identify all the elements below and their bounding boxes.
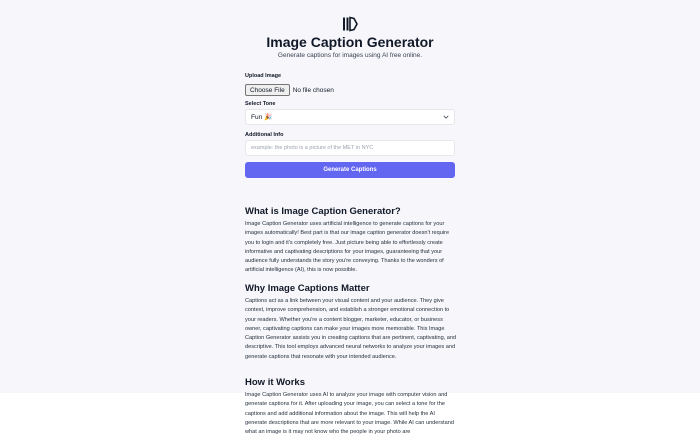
- tone-select-value: Fun 🎉: [251, 114, 273, 121]
- section-body: Image Caption Generator uses AI to analy…: [245, 392, 454, 436]
- tone-select[interactable]: Fun 🎉: [245, 109, 455, 125]
- page-title: Image Caption Generator: [266, 34, 434, 50]
- page: Image Caption Generator Generate caption…: [0, 0, 700, 438]
- article-section-why-captions: Why Image Captions Matter Captions act a…: [245, 283, 457, 362]
- generate-captions-button[interactable]: Generate Captions: [245, 162, 455, 178]
- chevron-down-icon: [443, 115, 449, 119]
- upload-image-label: Upload Image: [245, 73, 282, 79]
- additional-info-label: Additional Info: [245, 132, 284, 138]
- section-heading: What is Image Caption Generator?: [245, 206, 401, 217]
- book-columns-icon: [343, 16, 358, 32]
- article-section-what-is: What is Image Caption Generator? Image C…: [245, 206, 457, 276]
- file-status-text: No file chosen: [292, 86, 334, 94]
- section-body: Image Caption Generator uses artificial …: [245, 221, 450, 274]
- section-heading: Why Image Captions Matter: [245, 283, 370, 294]
- section-heading: How it Works: [245, 377, 305, 388]
- page-subtitle: Generate captions for images using AI fr…: [277, 52, 423, 59]
- additional-info-input[interactable]: [245, 140, 455, 156]
- section-body: Captions act as a link between your visu…: [245, 298, 457, 360]
- file-upload-row: Choose File No file chosen: [245, 84, 334, 96]
- article-section-how-it-works: How it Works Image Caption Generator use…: [245, 377, 457, 437]
- select-tone-label: Select Tone: [245, 101, 276, 107]
- choose-file-button[interactable]: Choose File: [245, 84, 290, 96]
